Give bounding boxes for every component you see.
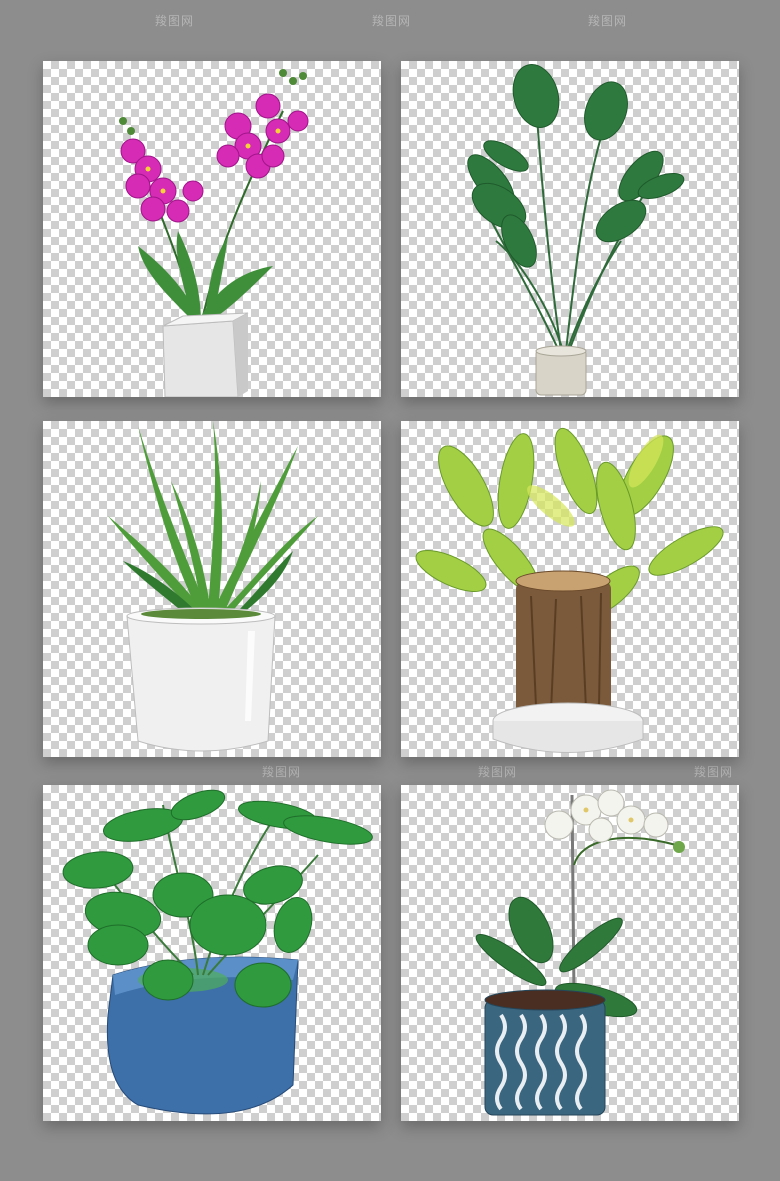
plant-card-spider-grass[interactable]	[43, 421, 381, 757]
watermark-text: 羧图网	[694, 765, 734, 779]
plant-card-bird-of-paradise[interactable]	[401, 61, 739, 397]
white-orchid-illustration	[475, 789, 685, 1116]
watermark-text: 羧图网	[588, 14, 628, 28]
plant-card-white-orchid[interactable]	[401, 785, 739, 1121]
watermark-text: 羧图网	[262, 765, 302, 779]
money-plant-illustration	[62, 789, 373, 1115]
watermark-text: 羧图网	[372, 14, 412, 28]
spider-grass-illustration	[108, 421, 318, 752]
plant-card-money-plant[interactable]	[43, 785, 381, 1121]
plant-card-magenta-orchid[interactable]	[43, 61, 381, 397]
watermark-text: 羧图网	[478, 765, 518, 779]
lucky-wood-illustration	[415, 427, 724, 753]
plant-card-lucky-wood[interactable]	[401, 421, 739, 757]
watermark-text: 羧图网	[155, 14, 195, 28]
bird-of-paradise-illustration	[467, 64, 685, 396]
magenta-orchid-illustration	[119, 69, 309, 397]
